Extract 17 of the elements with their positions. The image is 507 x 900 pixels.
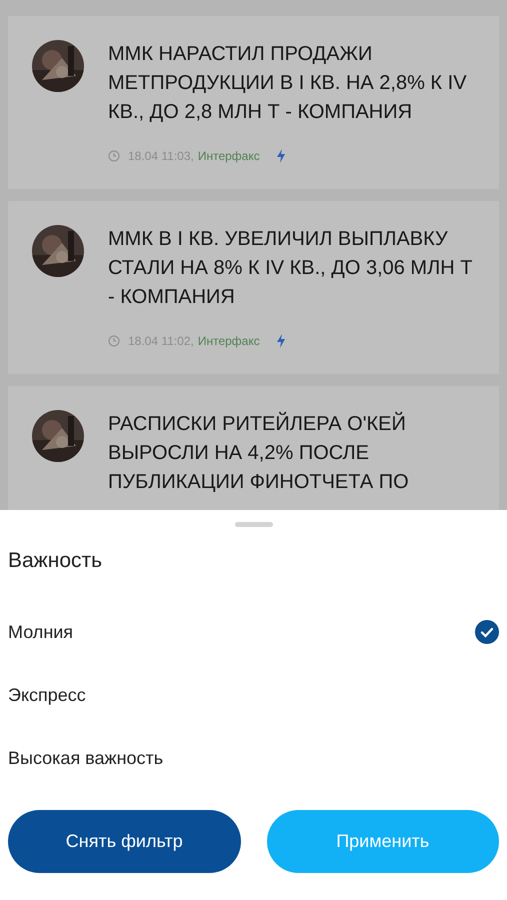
lightning-icon	[276, 149, 286, 163]
sheet-title: Важность	[8, 548, 104, 574]
option-row[interactable]: Молния	[8, 600, 499, 664]
news-card[interactable]: РАСПИСКИ РИТЕЙЛЕРА О'КЕЙ ВЫРОСЛИ НА 4,2% ПОСЛЕ ПУБЛИКАЦИИ ФИНОТЧЕТА ПО	[8, 386, 499, 510]
news-source: Интерфакс	[198, 148, 260, 165]
clock-icon	[108, 150, 120, 162]
check-icon	[475, 620, 499, 644]
news-title: ММК НАРАСТИЛ ПРОДАЖИ МЕТПРОДУКЦИИ В I КВ. НА 2,8% К IV КВ., ДО 2,8 МЛН Т - КОМПАНИЯ	[108, 42, 468, 125]
option-row[interactable]: Высокая важность	[8, 726, 499, 790]
news-source: Интерфакс	[198, 333, 260, 350]
news-title: ММК В I КВ. УВЕЛИЧИЛ ВЫПЛАВКУ СТАЛИ НА 8% К IV КВ., ДО 3,06 МЛН Т - КОМПАНИЯ	[108, 227, 474, 310]
news-title: РАСПИСКИ РИТЕЙЛЕРА О'КЕЙ ВЫРОСЛИ НА 4,2% ПОСЛЕ ПУБЛИКАЦИИ ФИНОТЧЕТА ПО	[108, 410, 410, 495]
drag-handle[interactable]	[234, 522, 272, 527]
lightning-icon	[276, 334, 286, 348]
option-row[interactable]: Экспресс	[8, 664, 499, 726]
clock-icon	[108, 335, 120, 347]
reset-filter-button[interactable]: Снять фильтр	[8, 810, 240, 872]
